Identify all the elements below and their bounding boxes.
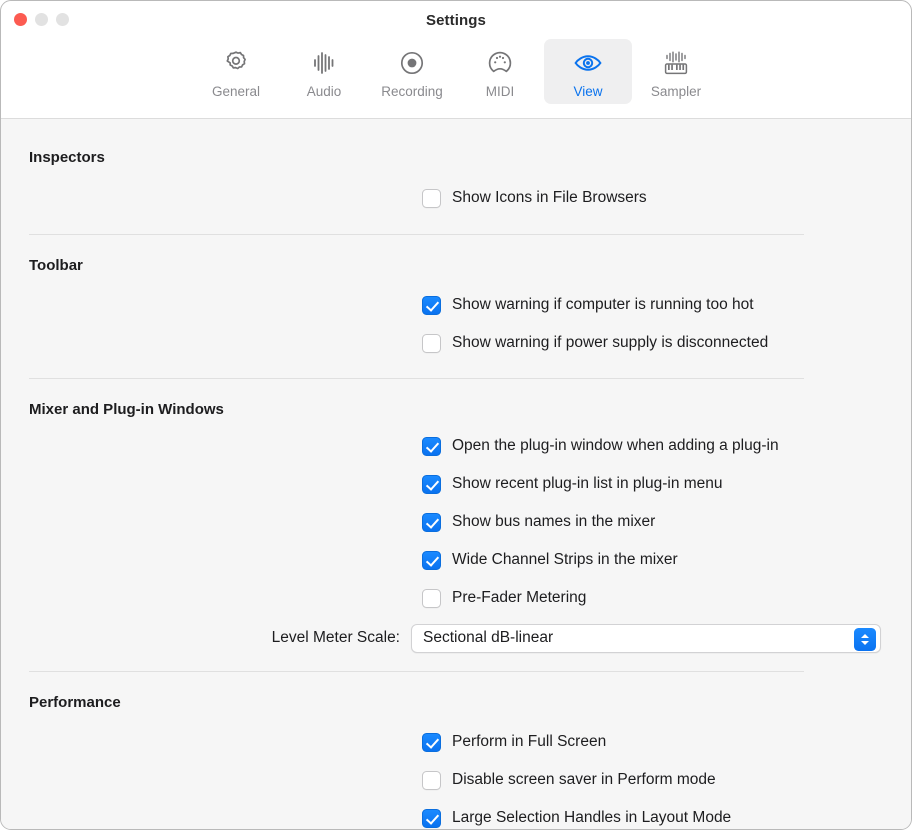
section-inspectors: Inspectors Show Icons in File Browsers — [1, 119, 911, 217]
checkbox-label-show-icons-in-file-browsers: Show Icons in File Browsers — [452, 189, 647, 207]
checkbox-show-warning-power[interactable] — [422, 333, 441, 353]
checkbox-row-open-plugin-window[interactable]: Open the plug-in window when adding a pl… — [1, 427, 911, 465]
checkbox-open-plugin-window[interactable] — [422, 436, 441, 456]
checkbox-label-show-recent-plugin-list: Show recent plug-in list in plug-in menu — [452, 475, 723, 493]
tab-recording-label: Recording — [381, 84, 443, 99]
checkbox-show-warning-hot[interactable] — [422, 295, 441, 315]
tab-general[interactable]: General — [192, 39, 280, 104]
tab-sampler[interactable]: Sampler — [632, 39, 720, 104]
section-title-performance: Performance — [29, 694, 121, 711]
checkbox-row-pre-fader-metering[interactable]: Pre-Fader Metering — [1, 579, 911, 617]
section-title-inspectors: Inspectors — [29, 149, 105, 166]
level-meter-scale-row: Level Meter Scale: Sectional dB-linear — [1, 617, 911, 659]
tab-view-label: View — [573, 84, 603, 99]
settings-content: Inspectors Show Icons in File Browsers T… — [1, 119, 911, 829]
checkbox-label-show-warning-hot: Show warning if computer is running too … — [452, 296, 754, 314]
checkbox-label-pre-fader-metering: Pre-Fader Metering — [452, 589, 587, 607]
title-bar: Settings General Audio Recording MIDI Vi… — [1, 1, 911, 119]
section-title-toolbar: Toolbar — [29, 257, 83, 274]
checkbox-label-wide-channel-strips: Wide Channel Strips in the mixer — [452, 551, 678, 569]
tab-general-label: General — [211, 84, 261, 99]
checkbox-show-recent-plugin-list[interactable] — [422, 474, 441, 494]
checkbox-show-icons-in-file-browsers[interactable] — [422, 188, 441, 208]
settings-toolbar: General Audio Recording MIDI View Sample… — [1, 39, 911, 104]
checkbox-label-open-plugin-window: Open the plug-in window when adding a pl… — [452, 437, 779, 455]
checkbox-show-bus-names[interactable] — [422, 512, 441, 532]
midi-port-icon — [485, 46, 515, 80]
keyboard-icon — [660, 46, 692, 80]
checkbox-label-disable-screen-saver: Disable screen saver in Perform mode — [452, 771, 716, 789]
record-icon — [397, 46, 427, 80]
tab-view[interactable]: View — [544, 39, 632, 104]
eye-icon — [572, 46, 604, 80]
checkbox-row-show-recent-plugin-list[interactable]: Show recent plug-in list in plug-in menu — [1, 465, 911, 503]
checkbox-pre-fader-metering[interactable] — [422, 588, 441, 608]
checkbox-row-show-warning-power[interactable]: Show warning if power supply is disconne… — [1, 324, 911, 362]
window-title: Settings — [426, 12, 486, 29]
section-mixer-and-plugin-windows: Mixer and Plug-in Windows Open the plug-… — [1, 379, 911, 659]
chevron-up-down-icon[interactable] — [854, 627, 876, 651]
checkbox-row-show-icons-in-file-browsers[interactable]: Show Icons in File Browsers — [1, 179, 911, 217]
checkbox-label-show-warning-power: Show warning if power supply is disconne… — [452, 334, 769, 352]
level-meter-scale-select[interactable]: Sectional dB-linear — [411, 623, 881, 653]
gear-icon — [221, 46, 251, 80]
section-toolbar: Toolbar Show warning if computer is runn… — [1, 235, 911, 362]
checkbox-label-show-bus-names: Show bus names in the mixer — [452, 513, 656, 531]
checkbox-row-disable-screen-saver[interactable]: Disable screen saver in Perform mode — [1, 761, 911, 799]
checkbox-wide-channel-strips[interactable] — [422, 550, 441, 570]
tab-audio[interactable]: Audio — [280, 39, 368, 104]
tab-midi-label: MIDI — [485, 84, 515, 99]
checkbox-row-perform-in-full-screen[interactable]: Perform in Full Screen — [1, 723, 911, 761]
settings-window: Settings General Audio Recording MIDI Vi… — [0, 0, 912, 830]
checkbox-label-large-selection-handles: Large Selection Handles in Layout Mode — [452, 809, 732, 827]
checkbox-row-show-warning-hot[interactable]: Show warning if computer is running too … — [1, 286, 911, 324]
checkbox-row-show-bus-names[interactable]: Show bus names in the mixer — [1, 503, 911, 541]
tab-recording[interactable]: Recording — [368, 39, 456, 104]
checkbox-row-large-selection-handles[interactable]: Large Selection Handles in Layout Mode — [1, 799, 911, 829]
section-title-mixer-and-plugin-windows: Mixer and Plug-in Windows — [29, 401, 224, 418]
checkbox-disable-screen-saver[interactable] — [422, 770, 441, 790]
checkbox-perform-in-full-screen[interactable] — [422, 732, 441, 752]
level-meter-scale-value: Sectional dB-linear — [423, 629, 554, 646]
tab-midi[interactable]: MIDI — [456, 39, 544, 104]
section-performance: Performance Perform in Full Screen Disab… — [1, 672, 911, 829]
tab-sampler-label: Sampler — [650, 84, 702, 99]
tab-audio-label: Audio — [306, 84, 342, 99]
waveform-icon — [309, 46, 339, 80]
level-meter-scale-label: Level Meter Scale: — [271, 629, 400, 646]
checkbox-large-selection-handles[interactable] — [422, 808, 441, 828]
checkbox-row-wide-channel-strips[interactable]: Wide Channel Strips in the mixer — [1, 541, 911, 579]
checkbox-label-perform-in-full-screen: Perform in Full Screen — [452, 733, 607, 751]
